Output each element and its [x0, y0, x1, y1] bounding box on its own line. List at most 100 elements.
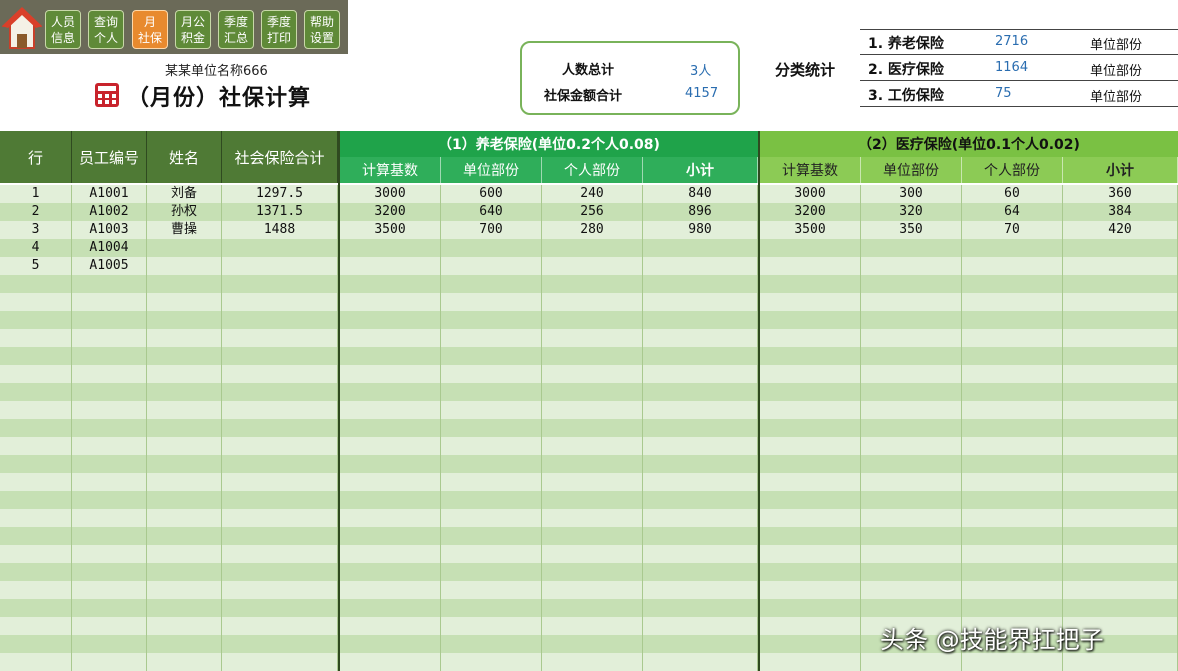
table-row[interactable] [0, 419, 1178, 437]
table-cell[interactable]: 1297.5 [222, 185, 338, 203]
table-cell[interactable] [962, 365, 1063, 383]
table-cell[interactable] [340, 527, 441, 545]
table-cell[interactable] [72, 527, 147, 545]
table-cell[interactable] [962, 491, 1063, 509]
table-cell[interactable] [222, 473, 338, 491]
table-cell[interactable] [962, 563, 1063, 581]
table-cell[interactable] [861, 311, 962, 329]
table-cell[interactable] [861, 401, 962, 419]
table-cell[interactable] [147, 311, 222, 329]
table-cell[interactable] [760, 257, 861, 275]
table-cell[interactable] [643, 437, 758, 455]
table-cell[interactable] [542, 617, 643, 635]
table-cell[interactable]: 70 [962, 221, 1063, 239]
table-cell[interactable]: 420 [1063, 221, 1178, 239]
table-cell[interactable] [643, 491, 758, 509]
table-cell[interactable] [542, 545, 643, 563]
table-cell[interactable] [861, 275, 962, 293]
table-cell[interactable] [340, 311, 441, 329]
table-cell[interactable]: A1005 [72, 257, 147, 275]
nav-button[interactable]: 月公 积金 [175, 10, 211, 49]
table-cell[interactable] [72, 653, 147, 671]
table-row[interactable] [0, 599, 1178, 617]
table-cell[interactable] [962, 437, 1063, 455]
table-cell[interactable] [962, 419, 1063, 437]
table-cell[interactable] [147, 617, 222, 635]
table-cell[interactable] [962, 401, 1063, 419]
table-cell[interactable] [0, 599, 72, 617]
table-cell[interactable] [0, 635, 72, 653]
table-cell[interactable] [441, 653, 542, 671]
table-cell[interactable] [760, 527, 861, 545]
table-row[interactable] [0, 347, 1178, 365]
table-cell[interactable] [147, 419, 222, 437]
table-cell[interactable]: 280 [542, 221, 643, 239]
table-cell[interactable] [222, 455, 338, 473]
table-cell[interactable] [340, 383, 441, 401]
table-cell[interactable] [643, 419, 758, 437]
table-cell[interactable] [760, 401, 861, 419]
table-cell[interactable] [340, 365, 441, 383]
table-cell[interactable] [147, 437, 222, 455]
table-cell[interactable] [0, 437, 72, 455]
table-row[interactable] [0, 365, 1178, 383]
table-cell[interactable] [1063, 599, 1178, 617]
table-cell[interactable] [760, 293, 861, 311]
table-cell[interactable] [147, 329, 222, 347]
table-cell[interactable] [643, 275, 758, 293]
table-cell[interactable] [760, 581, 861, 599]
table-cell[interactable] [0, 329, 72, 347]
table-cell[interactable]: 600 [441, 185, 542, 203]
table-cell[interactable]: 曹操 [147, 221, 222, 239]
table-cell[interactable] [147, 581, 222, 599]
table-cell[interactable] [441, 545, 542, 563]
table-cell[interactable] [147, 635, 222, 653]
table-row[interactable]: 3 A1003 曹操 1488 3500 700 280 980 3500 350 70 420 [0, 221, 1178, 239]
table-cell[interactable] [760, 365, 861, 383]
table-cell[interactable] [861, 419, 962, 437]
table-cell[interactable] [72, 455, 147, 473]
table-cell[interactable] [72, 599, 147, 617]
table-cell[interactable]: 320 [861, 203, 962, 221]
table-cell[interactable] [72, 275, 147, 293]
table-cell[interactable] [1063, 527, 1178, 545]
table-cell[interactable] [147, 509, 222, 527]
table-cell[interactable] [222, 365, 338, 383]
table-cell[interactable] [861, 491, 962, 509]
table-cell[interactable] [222, 581, 338, 599]
table-cell[interactable] [340, 401, 441, 419]
table-cell[interactable] [222, 563, 338, 581]
table-cell[interactable] [861, 365, 962, 383]
table-cell[interactable]: 3000 [340, 185, 441, 203]
table-cell[interactable] [340, 545, 441, 563]
table-cell[interactable] [441, 329, 542, 347]
table-cell[interactable] [147, 383, 222, 401]
table-cell[interactable] [542, 365, 643, 383]
sub-header-pension[interactable]: 单位部份 [441, 157, 542, 183]
table-cell[interactable] [1063, 491, 1178, 509]
table-cell[interactable] [441, 455, 542, 473]
table-cell[interactable] [147, 527, 222, 545]
table-cell[interactable] [760, 419, 861, 437]
table-cell[interactable] [962, 383, 1063, 401]
table-cell[interactable] [441, 275, 542, 293]
table-cell[interactable] [0, 293, 72, 311]
table-cell[interactable] [72, 491, 147, 509]
table-cell[interactable] [962, 257, 1063, 275]
table-cell[interactable] [340, 347, 441, 365]
table-cell[interactable] [542, 257, 643, 275]
table-cell[interactable] [962, 311, 1063, 329]
table-cell[interactable] [861, 563, 962, 581]
table-cell[interactable]: A1004 [72, 239, 147, 257]
table-cell[interactable]: 840 [643, 185, 758, 203]
table-cell[interactable] [222, 419, 338, 437]
table-row[interactable] [0, 329, 1178, 347]
table-cell[interactable] [340, 653, 441, 671]
table-cell[interactable] [542, 491, 643, 509]
table-cell[interactable] [441, 383, 542, 401]
table-cell[interactable] [147, 365, 222, 383]
table-cell[interactable] [222, 239, 338, 257]
table-cell[interactable] [222, 257, 338, 275]
table-cell[interactable] [1063, 365, 1178, 383]
table-cell[interactable] [1063, 545, 1178, 563]
